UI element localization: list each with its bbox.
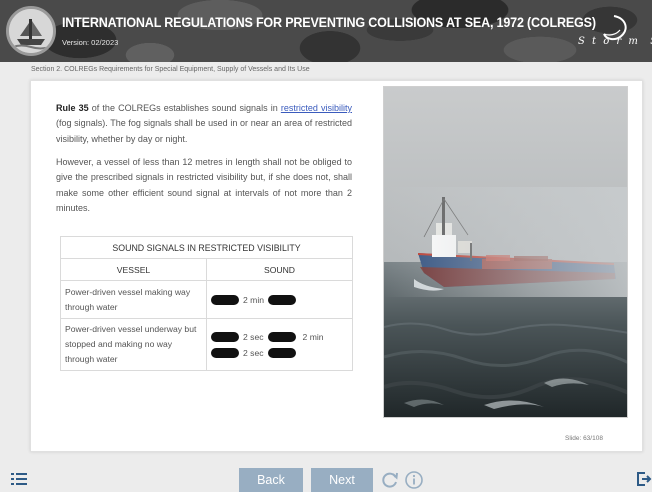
brand-text: S t o r m S i (578, 36, 652, 47)
column-header-vessel: VESSEL (60, 258, 207, 281)
prolonged-blast-icon (211, 294, 239, 305)
slide-counter: Slide: 63/108 (565, 435, 603, 442)
breadcrumb: Section 2. COLREGs Requirements for Spec… (31, 66, 310, 73)
exit-icon[interactable] (636, 471, 652, 487)
signal-line: 2 min (211, 293, 348, 307)
sound-cell: 2 sec 2 min 2 sec (206, 318, 353, 371)
rule-label: Rule 35 (56, 103, 89, 113)
prolonged-blast-icon (211, 347, 239, 358)
interval-label: 2 min (243, 294, 265, 305)
storm-sim-logo-icon (603, 15, 627, 41)
vessel-cell: Power-driven vessel making way through w… (60, 280, 207, 319)
paragraph-small-vessels: However, a vessel of less than 12 metres… (56, 157, 352, 214)
menu-list-icon[interactable] (11, 473, 27, 485)
header-bar: INTERNATIONAL REGULATIONS FOR PREVENTING… (0, 0, 652, 62)
table-row: Power-driven vessel underway but stopped… (60, 318, 353, 371)
version-label: Version: 02/2023 (62, 38, 119, 47)
course-title: INTERNATIONAL REGULATIONS FOR PREVENTING… (62, 15, 596, 30)
restricted-visibility-link[interactable]: restricted visibility (281, 103, 352, 113)
column-header-sound: SOUND (206, 258, 353, 281)
signal-line: 2 sec 2 min (211, 330, 348, 344)
paragraph-rule-35: Rule 35 of the COLREGs establishes sound… (56, 101, 352, 147)
prolonged-blast-icon (267, 347, 296, 358)
table-row: Power-driven vessel making way through w… (60, 280, 353, 319)
interval-label: 2 sec (243, 331, 264, 342)
sound-cell: 2 min (206, 280, 353, 319)
table-caption: SOUND SIGNALS IN RESTRICTED VISIBILITY (60, 236, 353, 259)
vessel-cell: Power-driven vessel underway but stopped… (60, 318, 207, 371)
reload-icon[interactable] (380, 470, 400, 490)
interval-label: 2 min (302, 331, 324, 342)
ship-in-fog-image (383, 86, 628, 418)
ship-emblem-icon (6, 6, 56, 56)
prolonged-blast-icon (267, 331, 296, 342)
signal-line: 2 sec (211, 346, 348, 360)
info-icon[interactable] (404, 470, 424, 490)
prolonged-blast-icon (211, 331, 239, 342)
paragraph-text: of the COLREGs establishes sound signals… (88, 103, 281, 113)
prolonged-blast-icon (268, 294, 297, 305)
next-button[interactable]: Next (311, 468, 373, 492)
back-button[interactable]: Back (239, 468, 303, 492)
paragraph-text: (fog signals). The fog signals shall be … (56, 118, 352, 144)
interval-label: 2 sec (243, 347, 264, 358)
sound-signals-table: SOUND SIGNALS IN RESTRICTED VISIBILITY V… (60, 236, 353, 371)
